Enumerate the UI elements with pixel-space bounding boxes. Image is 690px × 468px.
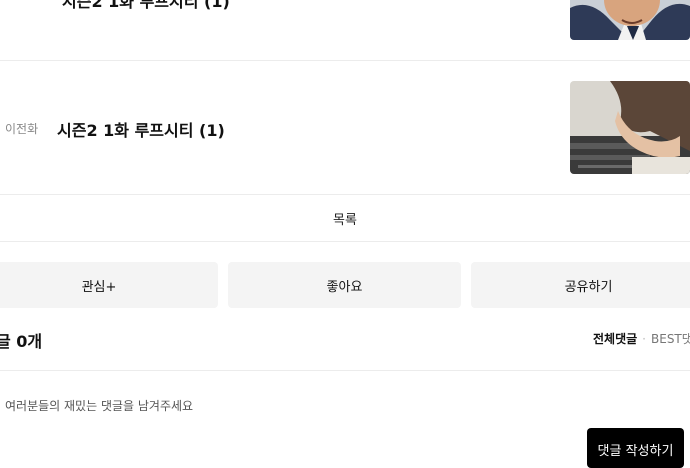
list-link[interactable]: 목록 bbox=[0, 209, 690, 228]
write-comment-label: 댓글 작성하기 bbox=[597, 444, 674, 459]
like-label: 좋아요 bbox=[326, 279, 363, 295]
previous-episode-row[interactable]: 이전화 시즌2 1화 루프시티 (1) bbox=[0, 61, 690, 194]
subscribe-button[interactable]: 관심+ bbox=[0, 262, 218, 308]
comment-sort-tabs: 전체댓글 · BEST댓 bbox=[593, 330, 690, 347]
episode-thumbnail-top bbox=[570, 0, 690, 40]
share-button[interactable]: 공유하기 bbox=[471, 262, 690, 308]
sort-separator: · bbox=[642, 332, 646, 346]
previous-episode-thumbnail bbox=[570, 81, 690, 174]
previous-episode-label: 이전화 bbox=[5, 122, 39, 136]
divider bbox=[0, 194, 690, 195]
episode-row-top[interactable]: 시즌2 1화 루프시티 (1) bbox=[0, 0, 690, 60]
divider bbox=[0, 370, 690, 371]
share-label: 공유하기 bbox=[564, 279, 613, 295]
write-comment-button[interactable]: 댓글 작성하기 bbox=[587, 428, 684, 468]
comment-count: 글 0개 bbox=[0, 332, 43, 351]
previous-episode-title: 시즌2 1화 루프시티 (1) bbox=[57, 121, 225, 140]
sort-all-comments[interactable]: 전체댓글 bbox=[593, 332, 637, 346]
like-button[interactable]: 좋아요 bbox=[228, 262, 461, 308]
sort-best-comments[interactable]: BEST댓 bbox=[651, 332, 690, 346]
divider bbox=[0, 241, 690, 242]
comment-input[interactable]: 여러분들의 재밌는 댓글을 남겨주세요 bbox=[5, 397, 193, 414]
episode-title-top: 시즌2 1화 루프시티 (1) bbox=[62, 0, 230, 11]
subscribe-label: 관심+ bbox=[81, 279, 117, 295]
